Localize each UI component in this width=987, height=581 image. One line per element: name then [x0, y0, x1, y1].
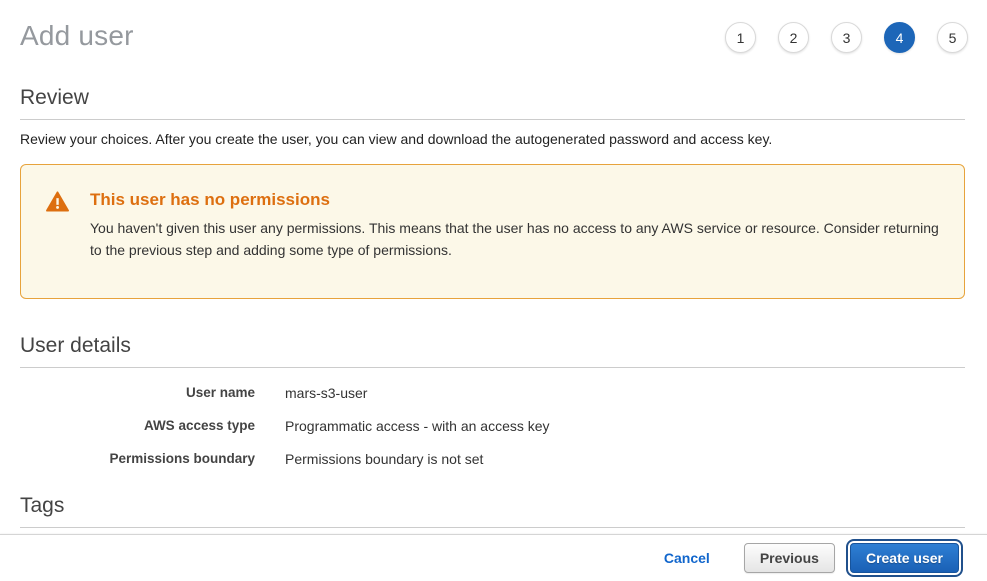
step-1[interactable]: 1: [725, 22, 756, 53]
permissions-boundary-row: Permissions boundary Permissions boundar…: [20, 451, 965, 467]
user-name-value: mars-s3-user: [285, 385, 367, 401]
page-title: Add user: [20, 20, 134, 52]
step-2[interactable]: 2: [778, 22, 809, 53]
aws-access-type-label: AWS access type: [20, 418, 255, 434]
warning-content: This user has no permissions You haven't…: [90, 190, 950, 261]
warning-body: You haven't given this user any permissi…: [90, 217, 950, 261]
aws-access-type-row: AWS access type Programmatic access - wi…: [20, 418, 965, 434]
tags-heading: Tags: [20, 494, 965, 528]
aws-access-type-value: Programmatic access - with an access key: [285, 418, 550, 434]
warning-title: This user has no permissions: [90, 190, 950, 210]
wizard-footer: Cancel Previous Create user: [0, 534, 987, 581]
create-user-button[interactable]: Create user: [850, 543, 959, 573]
review-description: Review your choices. After you create th…: [20, 131, 965, 147]
warning-triangle-icon: [46, 191, 69, 261]
review-section: Review Review your choices. After you cr…: [20, 86, 965, 147]
step-5[interactable]: 5: [937, 22, 968, 53]
user-name-label: User name: [20, 385, 255, 401]
step-3[interactable]: 3: [831, 22, 862, 53]
user-details-section: User details User name mars-s3-user AWS …: [20, 334, 965, 467]
permissions-boundary-label: Permissions boundary: [20, 451, 255, 467]
wizard-body: Review Review your choices. After you cr…: [0, 86, 987, 559]
user-details-rows: User name mars-s3-user AWS access type P…: [20, 385, 965, 467]
permissions-boundary-value: Permissions boundary is not set: [285, 451, 483, 467]
user-name-row: User name mars-s3-user: [20, 385, 965, 401]
wizard-header: Add user 1 2 3 4 5: [0, 0, 987, 70]
previous-button[interactable]: Previous: [744, 543, 835, 573]
step-4-active[interactable]: 4: [884, 22, 915, 53]
user-details-heading: User details: [20, 334, 965, 368]
cancel-link[interactable]: Cancel: [664, 550, 710, 566]
step-indicator: 1 2 3 4 5: [725, 22, 968, 53]
review-heading: Review: [20, 86, 965, 120]
no-permissions-warning: This user has no permissions You haven't…: [20, 164, 965, 299]
